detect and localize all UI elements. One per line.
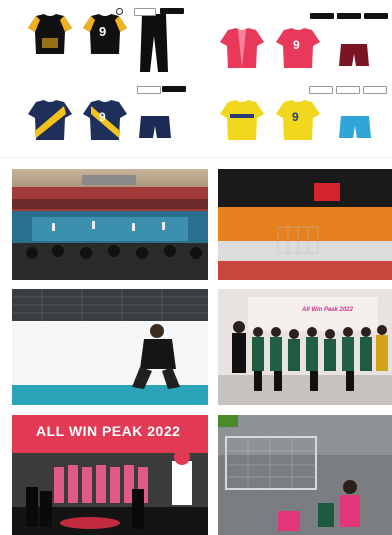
shorts-maroon [339, 44, 369, 66]
sponsor-badge [337, 13, 361, 19]
sponsor-badge [363, 86, 387, 94]
backdrop-text: All Win Peak 2022 [302, 307, 353, 313]
sponsor-badge [309, 86, 333, 94]
jersey-navy-yellow-front [28, 100, 72, 140]
jersey-number: 9 [99, 110, 106, 124]
arena-scene [12, 169, 208, 280]
ceremony-banner: ALL WIN PEAK 2022 [36, 423, 181, 439]
shorts-black-long [140, 14, 168, 72]
photo-player-with-sign [12, 289, 208, 405]
sponsor-badge [162, 86, 186, 92]
jersey-yellow-front [220, 100, 264, 140]
jersey-number: 9 [99, 24, 107, 39]
sponsor-badge [364, 13, 388, 19]
jersey-pink-front [220, 28, 264, 68]
section-divider [0, 157, 392, 158]
sponsor-badge [310, 13, 334, 19]
sponsor-badge [134, 8, 156, 16]
team-crest-icon [116, 8, 123, 15]
sponsor-badge [160, 8, 184, 14]
kit-panel-navy-yellow: 9 [0, 80, 196, 150]
photo-team-group: All Win Peak 2022 [218, 289, 392, 405]
jersey-number: 9 [293, 38, 300, 52]
sponsor-badge [336, 86, 360, 94]
sponsor-badge [137, 86, 161, 94]
photo-broadcast-capture [218, 415, 392, 535]
court-scene [218, 169, 392, 280]
shorts-cyan [339, 116, 371, 138]
photo-ceremony: ALL WIN PEAK 2022 [12, 415, 208, 535]
kit-panel-pink: 9 [196, 0, 392, 80]
photo-arena-overview [12, 169, 208, 280]
kit-panel-black-yellow: 9 [0, 0, 196, 80]
jersey-number: 9 [292, 110, 299, 124]
player-sign-scene [12, 289, 208, 405]
broadcast-scene [218, 415, 392, 535]
shorts-navy [139, 116, 171, 138]
photo-handball-court [218, 169, 392, 280]
kit-panel-yellow: 9 [196, 80, 392, 150]
jersey-black-yellow-front [28, 14, 72, 54]
